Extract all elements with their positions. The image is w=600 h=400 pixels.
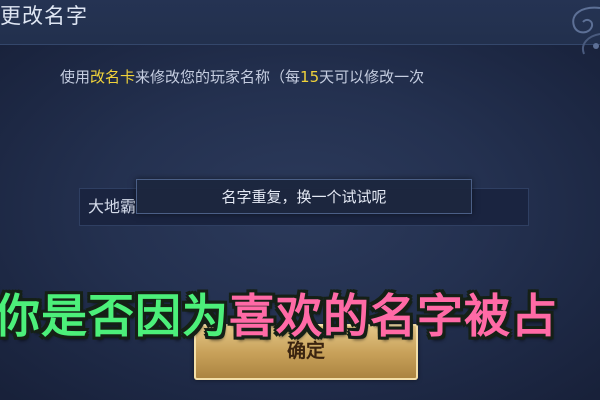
caption-part-2: 喜欢的名字被占 xyxy=(229,289,558,343)
game-screen: 更改名字 使用改名卡来修改您的玩家名称（每15天可以修改一次 大地霸 名字重复，… xyxy=(0,0,600,400)
dialog-header xyxy=(0,0,600,45)
desc-suffix: 天可以修改一次 xyxy=(319,68,425,86)
video-caption: 你是否因为喜欢的名字被占 xyxy=(0,288,600,344)
desc-prefix: 使用 xyxy=(60,68,91,86)
rename-days: 15 xyxy=(300,68,320,86)
duplicate-name-toast: 名字重复，换一个试试呢 xyxy=(136,179,472,214)
desc-mid: 来修改您的玩家名称（每 xyxy=(135,68,301,86)
rename-card-name: 改名卡 xyxy=(90,68,136,86)
toast-message: 名字重复，换一个试试呢 xyxy=(221,188,387,206)
caption-part-1: 你是否因为 xyxy=(0,289,229,343)
rename-description: 使用改名卡来修改您的玩家名称（每15天可以修改一次 xyxy=(60,66,560,88)
cloud-ornament-icon xyxy=(572,6,600,55)
dialog-title: 更改名字 xyxy=(0,4,88,28)
